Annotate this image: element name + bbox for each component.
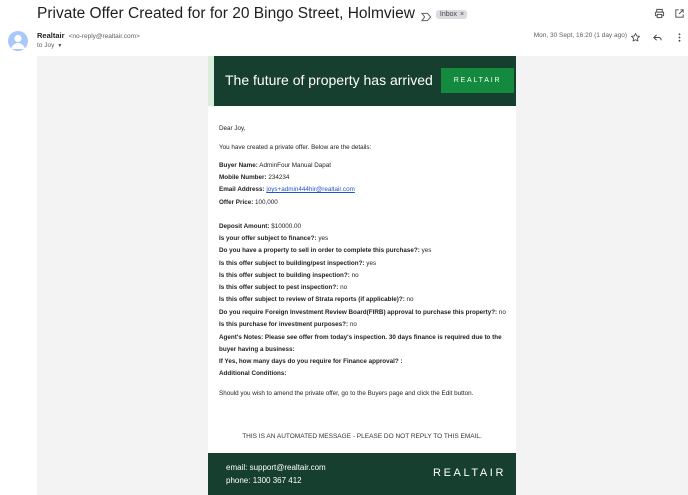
buyer-name-row: Buyer Name: AdminFour Manual Dapat: [219, 162, 331, 170]
sender-line: Realtair <no-reply@realtair.com>: [37, 31, 140, 40]
answer-value: no: [498, 309, 506, 316]
field-label: Mobile Number:: [219, 174, 267, 181]
intro-text: You have created a private offer. Below …: [219, 144, 372, 151]
additional-conditions-row: Additional Conditions:: [219, 370, 287, 377]
answer-value: yes: [366, 260, 377, 267]
realtair-logo[interactable]: REALTAIR: [441, 68, 514, 93]
greeting: Dear Joy,: [219, 125, 246, 132]
mobile-value: 234234: [268, 174, 290, 181]
email-address-row: Email Address: joys+admin444hir@realtair…: [219, 186, 355, 194]
answer-value: no: [406, 296, 414, 303]
inbox-label-text: Inbox: [439, 10, 458, 18]
field-label: Email Address:: [219, 186, 265, 193]
email-date: Mon, 30 Sept, 16:20 (1 day ago): [533, 32, 627, 39]
print-icon[interactable]: [652, 6, 666, 20]
finance-days-row: If Yes, how many days do you require for…: [219, 358, 403, 365]
question-label: Is this offer subject to building/pest i…: [219, 260, 365, 267]
answer-value: yes: [318, 235, 329, 242]
question-label: Do you have a property to sell in order …: [219, 247, 420, 254]
footer-email[interactable]: email: support@realtair.com: [226, 463, 326, 472]
row-actions: [628, 30, 686, 44]
field-label: Deposit Amount:: [219, 223, 270, 230]
email-subject: Private Offer Created for for 20 Bingo S…: [37, 5, 415, 22]
answer-value: no: [351, 272, 359, 279]
amend-instructions: Should you wish to amend the private off…: [219, 390, 474, 397]
question-label: Is this offer subject to pest inspection…: [219, 284, 339, 291]
question-label: Is this purchase for investment purposes…: [219, 321, 349, 328]
email-address-link[interactable]: joys+admin444hir@realtair.com: [266, 186, 354, 193]
email-card: The future of property has arrived REALT…: [208, 56, 516, 495]
sender-row: Realtair <no-reply@realtair.com> to Joy …: [0, 28, 688, 52]
sell-property-row: Do you have a property to sell in order …: [219, 247, 431, 255]
question-label: Is your offer subject to finance?:: [219, 235, 317, 242]
recipient-line: to Joy: [37, 42, 55, 49]
strata-row: Is this offer subject to review of Strat…: [219, 296, 414, 304]
person-icon: [11, 34, 25, 49]
reply-icon[interactable]: [650, 30, 664, 44]
finance-row: Is your offer subject to finance?: yes: [219, 235, 328, 243]
sender-email: <no-reply@realtair.com>: [68, 33, 140, 40]
buyer-name-value: AdminFour Manual Dapat: [259, 162, 332, 169]
more-vert-icon[interactable]: [672, 30, 686, 44]
answer-value: yes: [421, 247, 432, 254]
open-in-new-window-icon[interactable]: [672, 6, 686, 20]
sender-name[interactable]: Realtair: [37, 31, 65, 40]
mobile-row: Mobile Number: 234234: [219, 174, 289, 182]
banner-title: The future of property has arrived: [225, 72, 433, 88]
inbox-label-chip[interactable]: Inbox ×: [435, 9, 468, 19]
question-label: Is this offer subject to review of Strat…: [219, 296, 405, 303]
footer-phone[interactable]: phone: 1300 367 412: [226, 476, 302, 485]
automated-message-notice: THIS IS AN AUTOMATED MESSAGE - PLEASE DO…: [242, 433, 482, 440]
answer-value: no: [340, 284, 348, 291]
building-pest-row: Is this offer subject to building/pest i…: [219, 260, 376, 268]
footer-banner: email: support@realtair.com phone: 1300 …: [208, 453, 516, 495]
top-actions: [652, 6, 686, 20]
investment-row: Is this purchase for investment purposes…: [219, 321, 357, 329]
caret-down-icon: ▼: [57, 42, 63, 49]
subject-row: Private Offer Created for for 20 Bingo S…: [37, 4, 468, 24]
remove-label-icon[interactable]: ×: [460, 11, 464, 18]
footer-realtair-logo: REALTAIR: [433, 467, 506, 479]
header-banner: The future of property has arrived REALT…: [208, 56, 516, 106]
firb-row: Do you require Foreign Investment Review…: [219, 309, 506, 317]
offer-price-row: Offer Price: 100,000: [219, 199, 278, 207]
question-label: Do you require Foreign Investment Review…: [219, 309, 498, 316]
answer-value: no: [349, 321, 357, 328]
star-icon[interactable]: [628, 30, 642, 44]
pest-inspection-row: Is this offer subject to pest inspection…: [219, 284, 347, 292]
deposit-row: Deposit Amount: $10000.00: [219, 223, 301, 231]
deposit-value: $10000.00: [271, 223, 302, 230]
avatar[interactable]: [8, 31, 28, 51]
recipient-details-toggle[interactable]: to Joy ▼: [37, 42, 62, 49]
field-label: Offer Price:: [219, 199, 254, 206]
agent-notes-line2: buyer having a business:: [219, 346, 295, 353]
offer-price-value: 100,000: [255, 199, 278, 206]
importance-marker-icon[interactable]: [420, 9, 432, 22]
agent-notes-line1: Agent's Notes: Please see offer from tod…: [219, 334, 502, 341]
question-label: Is this offer subject to building inspec…: [219, 272, 350, 279]
field-label: Buyer Name:: [219, 162, 258, 169]
building-inspection-row: Is this offer subject to building inspec…: [219, 272, 359, 280]
